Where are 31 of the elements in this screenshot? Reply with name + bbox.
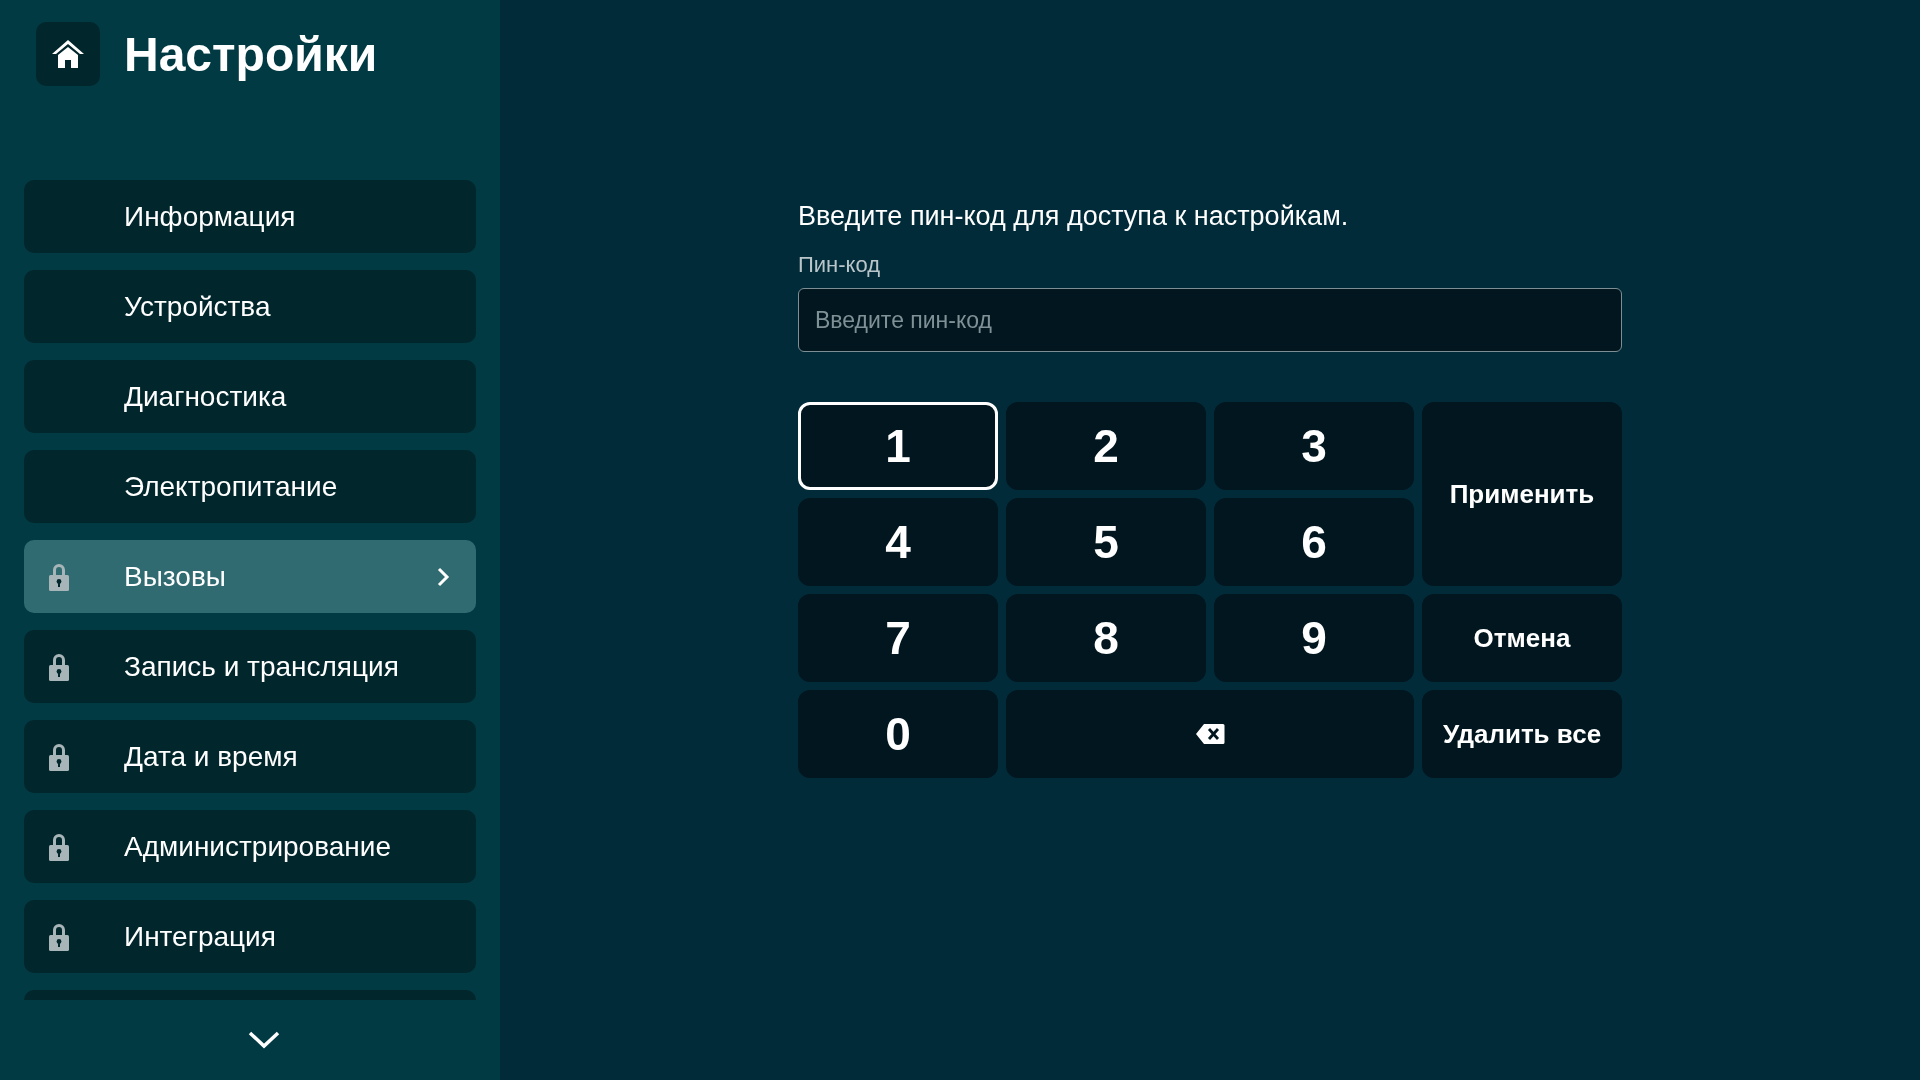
home-button[interactable] xyxy=(36,22,100,86)
digit-key[interactable]: 9 xyxy=(1214,594,1414,682)
apply-button[interactable]: Применить xyxy=(1422,402,1622,586)
sidebar-item[interactable]: Устройства xyxy=(24,270,476,343)
digit-key[interactable]: 3 xyxy=(1214,402,1414,490)
clear-all-button[interactable]: Удалить все xyxy=(1422,690,1622,778)
page-title: Настройки xyxy=(124,26,378,82)
digit-key[interactable]: 6 xyxy=(1214,498,1414,586)
digit-key[interactable]: 4 xyxy=(798,498,998,586)
instruction-text: Введите пин-код для доступа к настройкам. xyxy=(798,200,1350,233)
backspace-icon xyxy=(1195,723,1225,745)
digit-key[interactable]: 7 xyxy=(798,594,998,682)
sidebar-item[interactable]: Электропитание xyxy=(24,450,476,523)
chevron-down-icon[interactable] xyxy=(248,1031,280,1049)
chevron-right-icon xyxy=(436,566,450,587)
digit-key[interactable]: 2 xyxy=(1006,402,1206,490)
sidebar-item[interactable]: Вызовы xyxy=(24,540,476,613)
sidebar-item[interactable]: Информация xyxy=(24,180,476,253)
field-label: Пин-код xyxy=(798,252,882,278)
digit-key[interactable]: 1 xyxy=(798,402,998,490)
home-icon xyxy=(51,38,85,70)
sidebar-item[interactable]: Интеграция xyxy=(24,900,476,973)
sidebar-item[interactable]: Запись и трансляция xyxy=(24,630,476,703)
digit-key[interactable]: 5 xyxy=(1006,498,1206,586)
cancel-button[interactable]: Отмена xyxy=(1422,594,1622,682)
digit-key[interactable]: 0 xyxy=(798,690,998,778)
sidebar-item[interactable]: Дата и время xyxy=(24,720,476,793)
sidebar-item[interactable]: Диагностика xyxy=(24,360,476,433)
sidebar-item[interactable]: Администрирование xyxy=(24,810,476,883)
pin-input-field[interactable]: Введите пин-код xyxy=(798,288,1622,352)
digit-key[interactable]: 8 xyxy=(1006,594,1206,682)
